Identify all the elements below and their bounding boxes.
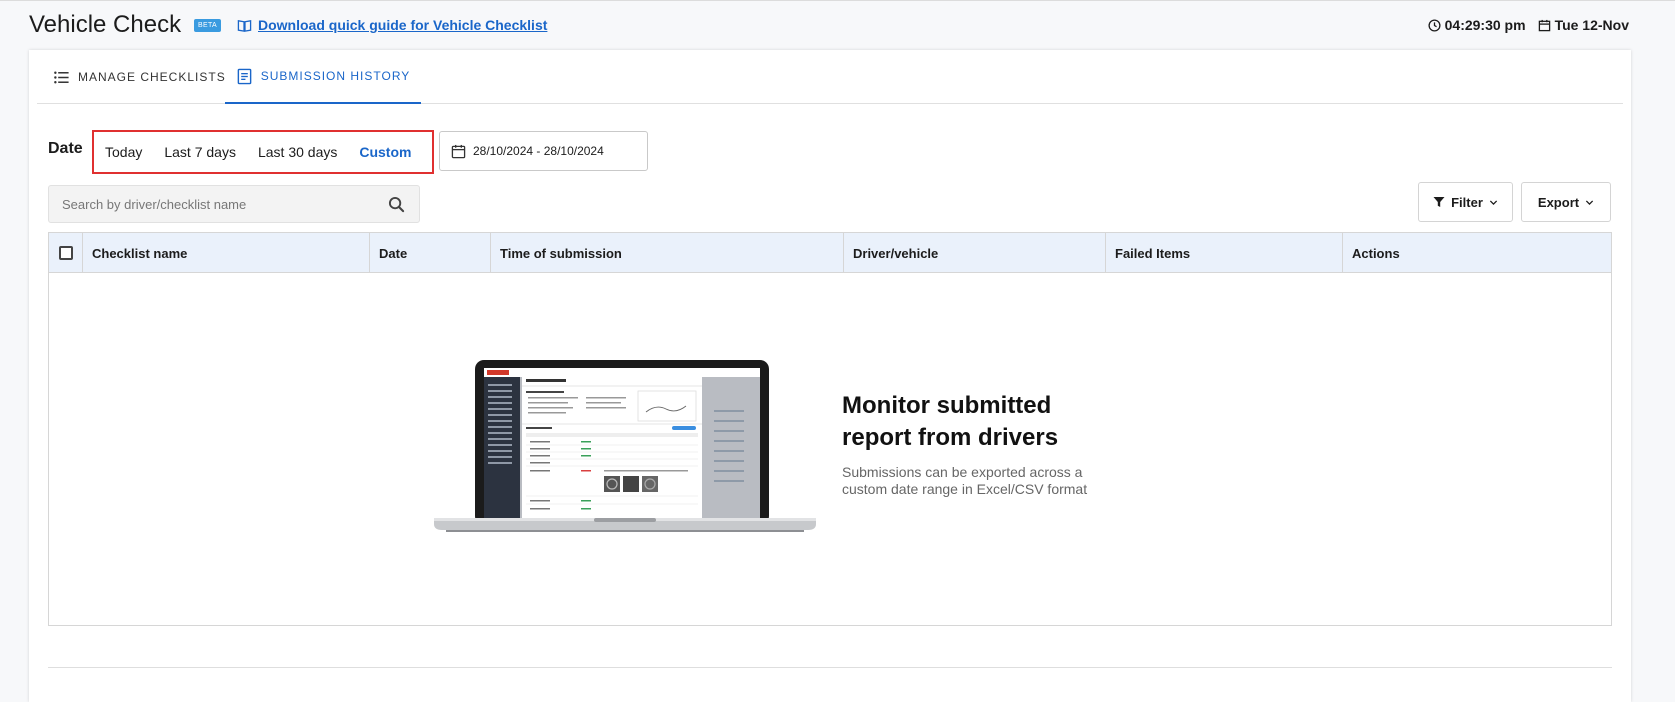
divider <box>48 667 1612 668</box>
date-range-value: 28/10/2024 - 28/10/2024 <box>473 144 604 158</box>
list-icon <box>54 71 69 83</box>
top-border <box>0 0 1675 1</box>
empty-state-title: Monitor submitted report from drivers <box>842 392 1059 451</box>
empty-state-subtitle: Submissions can be exported across a cus… <box>842 464 1088 497</box>
current-time: 04:29:30 pm <box>1444 17 1526 33</box>
search-box <box>48 185 420 223</box>
calendar-icon <box>451 144 466 158</box>
filter-label: Filter <box>1451 194 1483 210</box>
range-last-7-days[interactable]: Last 7 days <box>153 144 247 160</box>
laptop-illustration <box>434 360 816 532</box>
page-header: Vehicle Check BETA Download quick guide … <box>29 10 1629 42</box>
tab-submission-history[interactable]: SUBMISSION HISTORY <box>225 50 421 104</box>
search-icon[interactable] <box>388 196 405 213</box>
date-range-selector: Today Last 7 days Last 30 days Custom <box>92 130 434 174</box>
beta-badge: BETA <box>194 19 221 32</box>
col-date[interactable]: Date <box>370 233 491 273</box>
col-driver-vehicle[interactable]: Driver/vehicle <box>844 233 1106 273</box>
filter-button[interactable]: Filter <box>1418 182 1513 222</box>
datetime-display: 04:29:30 pm Tue 12-Nov <box>1428 17 1629 33</box>
export-label: Export <box>1537 194 1580 210</box>
tab-bar: MANAGE CHECKLISTS SUBMISSION HISTORY <box>37 50 1623 104</box>
chevron-down-icon <box>1489 199 1497 205</box>
range-today[interactable]: Today <box>94 144 153 160</box>
current-date: Tue 12-Nov <box>1554 17 1629 33</box>
book-icon <box>237 19 252 32</box>
empty-state: Monitor submitted report from drivers Su… <box>49 273 1611 625</box>
calendar-icon <box>1538 19 1550 31</box>
col-failed-items[interactable]: Failed Items <box>1106 233 1343 273</box>
col-time-of-submission[interactable]: Time of submission <box>491 233 844 273</box>
select-all-checkbox[interactable] <box>59 246 73 260</box>
tab-manage-checklists[interactable]: MANAGE CHECKLISTS <box>53 50 226 104</box>
download-guide-label: Download quick guide for Vehicle Checkli… <box>258 17 548 33</box>
search-input[interactable] <box>49 186 369 222</box>
header-select-cell <box>49 233 83 273</box>
date-range-picker[interactable]: 28/10/2024 - 28/10/2024 <box>439 131 648 171</box>
main-card: MANAGE CHECKLISTS SUBMISSION HISTORY Dat… <box>29 50 1631 702</box>
date-label: Date <box>48 140 83 157</box>
submissions-table: Checklist name Date Time of submission D… <box>48 232 1612 626</box>
col-checklist-name[interactable]: Checklist name <box>83 233 370 273</box>
document-icon <box>237 68 252 84</box>
col-actions: Actions <box>1352 245 1400 261</box>
range-custom[interactable]: Custom <box>348 144 422 160</box>
funnel-icon <box>1433 197 1445 207</box>
download-guide-link[interactable]: Download quick guide for Vehicle Checkli… <box>237 17 547 33</box>
export-button[interactable]: Export <box>1521 182 1611 222</box>
clock-icon <box>1428 18 1441 32</box>
page-title: Vehicle Check <box>29 11 182 38</box>
chevron-down-icon <box>1585 199 1594 205</box>
range-last-30-days[interactable]: Last 30 days <box>247 144 348 160</box>
tab-manage-label: MANAGE CHECKLISTS <box>78 70 226 84</box>
tab-submission-label: SUBMISSION HISTORY <box>260 69 411 83</box>
table-header: Checklist name Date Time of submission D… <box>49 233 1611 273</box>
